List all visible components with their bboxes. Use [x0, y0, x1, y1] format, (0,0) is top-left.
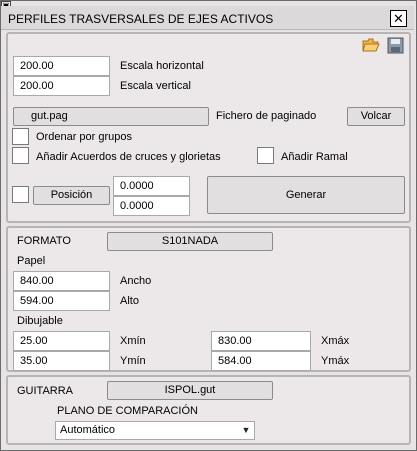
acuerdos-checkbox[interactable]: [12, 147, 29, 164]
close-icon[interactable]: ✕: [390, 10, 407, 27]
escala-horizontal-input[interactable]: 200.00: [13, 56, 110, 76]
posicion-y-input[interactable]: 0.0000: [113, 196, 190, 216]
plano-comparacion-label: PLANO DE COMPARACIÓN: [57, 405, 198, 417]
plano-comparacion-select[interactable]: Automático ▼: [55, 421, 255, 440]
window-title: PERFILES TRASVERSALES DE EJES ACTIVOS: [8, 12, 274, 26]
xmin-input[interactable]: 25.00: [13, 331, 110, 351]
fichero-paginado-label: Fichero de paginado: [216, 110, 317, 122]
alto-label: Alto: [120, 295, 139, 307]
escala-vertical-label: Escala vertical: [120, 80, 191, 92]
ancho-input[interactable]: 840.00: [13, 271, 110, 291]
escala-vertical-input[interactable]: 200.00: [13, 76, 110, 96]
plano-comparacion-value: Automático: [60, 424, 116, 436]
floppy-save-icon[interactable]: [387, 37, 404, 54]
ymax-label: Ymáx: [321, 355, 350, 367]
ramal-checkbox[interactable]: [257, 147, 274, 164]
acuerdos-label: Añadir Acuerdos de cruces y glorietas: [36, 151, 221, 163]
papel-label: Papel: [17, 255, 46, 267]
ancho-label: Ancho: [120, 275, 152, 287]
posicion-button[interactable]: Posición: [33, 186, 110, 205]
ymin-label: Ymín: [120, 355, 146, 367]
ymax-input[interactable]: 584.00: [211, 351, 311, 371]
ymin-input[interactable]: 35.00: [13, 351, 110, 371]
guitarra-label: GUITARRA: [17, 385, 74, 397]
xmax-label: Xmáx: [321, 335, 350, 347]
generar-button[interactable]: Generar: [207, 176, 405, 214]
alto-input[interactable]: 594.00: [13, 291, 110, 311]
posicion-checkbox[interactable]: [12, 186, 29, 203]
ordenar-grupos-label: Ordenar por grupos: [36, 131, 132, 143]
folder-open-icon[interactable]: [362, 37, 380, 53]
guitarra-button[interactable]: ISPOL.gut: [107, 381, 273, 400]
formato-button[interactable]: S101NADA: [107, 232, 273, 251]
xmax-input[interactable]: 830.00: [211, 331, 311, 351]
xmin-label: Xmín: [120, 335, 146, 347]
posicion-x-input[interactable]: 0.0000: [113, 176, 190, 196]
chevron-down-icon[interactable]: ▼: [239, 423, 253, 438]
escala-horizontal-label: Escala horizontal: [120, 60, 204, 72]
volcar-button[interactable]: Volcar: [347, 107, 405, 126]
ramal-label: Añadir Ramal: [281, 151, 348, 163]
ordenar-grupos-checkbox[interactable]: [12, 128, 29, 145]
formato-label: FORMATO: [17, 235, 71, 247]
fichero-paginado-button[interactable]: gut.pag: [13, 107, 209, 126]
dibujable-label: Dibujable: [17, 315, 63, 327]
